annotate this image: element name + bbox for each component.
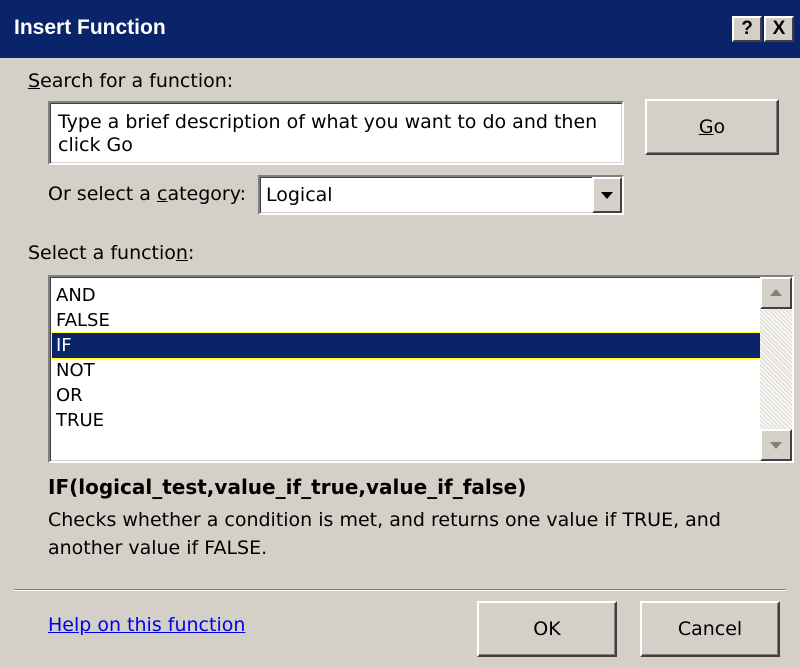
category-selected-value: Logical [266, 184, 333, 206]
function-syntax: IF(logical_test,value_if_true,value_if_f… [48, 475, 527, 499]
search-input[interactable]: Type a brief description of what you wan… [48, 101, 624, 165]
go-button[interactable]: Go [645, 99, 779, 155]
dialog-title: Insert Function [14, 16, 166, 39]
close-button[interactable]: X [764, 16, 794, 42]
function-item-and[interactable]: AND [52, 283, 760, 308]
function-list-label: Select a function: [28, 242, 195, 264]
function-item-if[interactable]: IF [51, 332, 761, 359]
scroll-down-button[interactable] [760, 429, 792, 461]
function-item-false[interactable]: FALSE [52, 308, 760, 333]
help-on-function-link[interactable]: Help on this function [48, 614, 245, 636]
search-label: Search for a function: [28, 70, 234, 92]
function-description: Checks whether a condition is met, and r… [48, 509, 721, 559]
function-list-scrollbar[interactable] [760, 277, 792, 461]
cancel-button[interactable]: Cancel [640, 601, 780, 657]
title-bar: Insert Function ? X [0, 0, 800, 58]
arrow-up-icon [770, 289, 782, 296]
function-list[interactable]: AND FALSE IF NOT OR TRUE [48, 275, 794, 463]
category-dropdown-button[interactable] [592, 177, 622, 213]
scroll-up-button[interactable] [760, 277, 792, 309]
help-button[interactable]: ? [732, 16, 762, 42]
function-item-not[interactable]: NOT [52, 358, 760, 383]
arrow-down-icon [770, 442, 782, 449]
ok-button[interactable]: OK [477, 601, 617, 657]
category-label: Or select a category: [48, 183, 246, 205]
category-select[interactable]: Logical [258, 175, 624, 215]
search-input-text[interactable]: Type a brief description of what you wan… [58, 111, 608, 157]
function-item-true[interactable]: TRUE [52, 408, 760, 433]
chevron-down-icon [601, 192, 613, 199]
divider [14, 589, 786, 591]
function-item-or[interactable]: OR [52, 383, 760, 408]
